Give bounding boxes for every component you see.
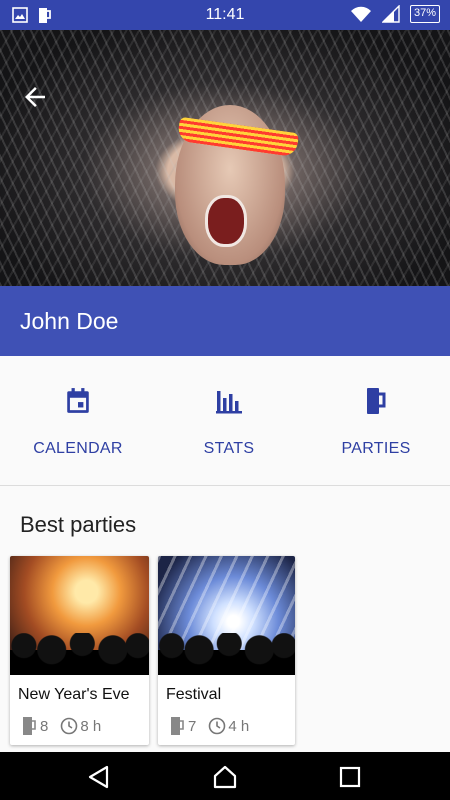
back-button[interactable] (20, 82, 50, 112)
square-recents-icon (339, 766, 361, 788)
party-meta: 8 8 h (22, 716, 101, 736)
stats-button[interactable]: STATS (164, 386, 294, 458)
arrow-back-icon (25, 87, 45, 107)
battery-indicator: 37% (409, 5, 440, 23)
beer-mug-icon (367, 388, 386, 414)
thumbnail-crowd (10, 633, 149, 675)
party-meta: 7 4 h (170, 716, 249, 736)
calendar-button[interactable]: CALENDAR (13, 386, 143, 458)
party-duration: 8 h (80, 717, 102, 735)
party-title: New Year's Eve (18, 686, 130, 703)
system-navigation-bar (0, 752, 450, 800)
beer-mug-icon (23, 717, 36, 735)
profile-actions: CALENDAR STATS PARTIES (0, 356, 450, 486)
party-drinks-count: 7 (188, 717, 197, 735)
party-title: Festival (166, 686, 222, 703)
parties-label: PARTIES (341, 440, 411, 457)
wifi-icon (350, 6, 371, 22)
triangle-back-icon (88, 765, 109, 789)
calendar-label: CALENDAR (33, 440, 123, 457)
parties-button[interactable]: PARTIES (311, 386, 441, 458)
beer-mug-icon (171, 717, 184, 735)
party-duration: 4 h (228, 717, 250, 735)
clock-icon (209, 717, 226, 735)
calendar-icon (67, 388, 89, 413)
best-parties-heading: Best parties (20, 512, 137, 537)
profile-cover-photo (0, 30, 450, 286)
clock-icon (61, 717, 78, 735)
party-thumbnail (158, 556, 295, 675)
home-icon (213, 765, 237, 789)
party-thumbnail (10, 556, 149, 675)
status-bar: 11:41 37% (0, 0, 450, 30)
profile-name: John Doe (20, 308, 119, 334)
bar-chart-icon (216, 391, 242, 414)
nav-recents-button[interactable] (337, 764, 363, 790)
party-drinks-count: 8 (40, 717, 49, 735)
stats-label: STATS (203, 440, 255, 457)
nav-back-button[interactable] (86, 764, 112, 790)
thumbnail-crowd (158, 633, 295, 675)
signal-icon (381, 5, 400, 23)
profile-header: John Doe (0, 286, 450, 356)
cover-photo-mouth (205, 195, 247, 247)
party-card[interactable]: New Year's Eve 8 8 h (10, 556, 149, 745)
nav-home-button[interactable] (212, 764, 238, 790)
party-card[interactable]: Festival 7 4 h (158, 556, 295, 745)
status-right-icons: 37% (350, 5, 440, 23)
